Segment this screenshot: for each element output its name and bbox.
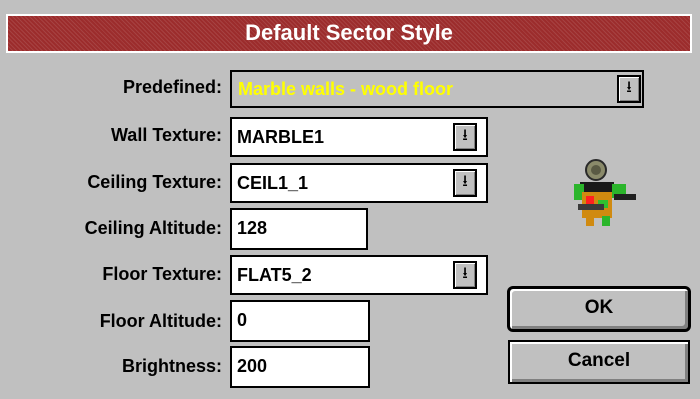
ceiling-altitude-value: 128 bbox=[237, 218, 268, 238]
floor-texture-label: Floor Texture: bbox=[102, 264, 222, 284]
ceiling-texture-label: Ceiling Texture: bbox=[87, 172, 222, 192]
floor-texture-dropdown-button[interactable]: ⭳ bbox=[453, 261, 477, 289]
default-sector-style-dialog: Default Sector Style Predefined: Marble … bbox=[0, 0, 700, 399]
ceiling-texture-select[interactable]: CEIL1_1 bbox=[230, 163, 488, 203]
ceiling-altitude-label: Ceiling Altitude: bbox=[84, 218, 222, 238]
ok-button[interactable]: OK bbox=[508, 287, 690, 331]
floor-altitude-label: Floor Altitude: bbox=[99, 311, 222, 331]
predefined-select[interactable]: Marble walls - wood floor bbox=[230, 70, 644, 108]
floor-altitude-input[interactable]: 0 bbox=[230, 300, 370, 342]
wall-texture-value: MARBLE1 bbox=[237, 127, 325, 147]
predefined-label: Predefined: bbox=[122, 77, 222, 97]
dropdown-arrow-icon: ⭳ bbox=[462, 127, 468, 144]
wall-texture-dropdown-button[interactable]: ⭳ bbox=[453, 123, 477, 151]
ceiling-altitude-input[interactable]: 128 bbox=[230, 208, 368, 250]
dialog-title: Default Sector Style bbox=[245, 20, 453, 45]
brightness-input[interactable]: 200 bbox=[230, 346, 370, 388]
brightness-value: 200 bbox=[237, 356, 268, 376]
wall-texture-label: Wall Texture: bbox=[110, 125, 222, 145]
dropdown-arrow-icon: ⭳ bbox=[626, 79, 632, 96]
floor-texture-value: FLAT5_2 bbox=[237, 265, 312, 285]
floor-altitude-value: 0 bbox=[237, 310, 248, 330]
dropdown-arrow-icon: ⭳ bbox=[462, 265, 468, 282]
dropdown-arrow-icon: ⭳ bbox=[462, 173, 468, 190]
wall-texture-select[interactable]: MARBLE1 bbox=[230, 117, 488, 157]
title-bar: Default Sector Style bbox=[6, 14, 692, 53]
ceiling-texture-value: CEIL1_1 bbox=[237, 173, 309, 193]
predefined-value: Marble walls - wood floor bbox=[238, 79, 454, 99]
predefined-dropdown-button[interactable]: ⭳ bbox=[617, 75, 641, 103]
floor-texture-select[interactable]: FLAT5_2 bbox=[230, 255, 488, 295]
player-sprite-icon bbox=[566, 156, 642, 228]
ceiling-texture-dropdown-button[interactable]: ⭳ bbox=[453, 169, 477, 197]
cancel-button[interactable]: Cancel bbox=[508, 340, 690, 384]
brightness-label: Brightness: bbox=[121, 356, 222, 376]
